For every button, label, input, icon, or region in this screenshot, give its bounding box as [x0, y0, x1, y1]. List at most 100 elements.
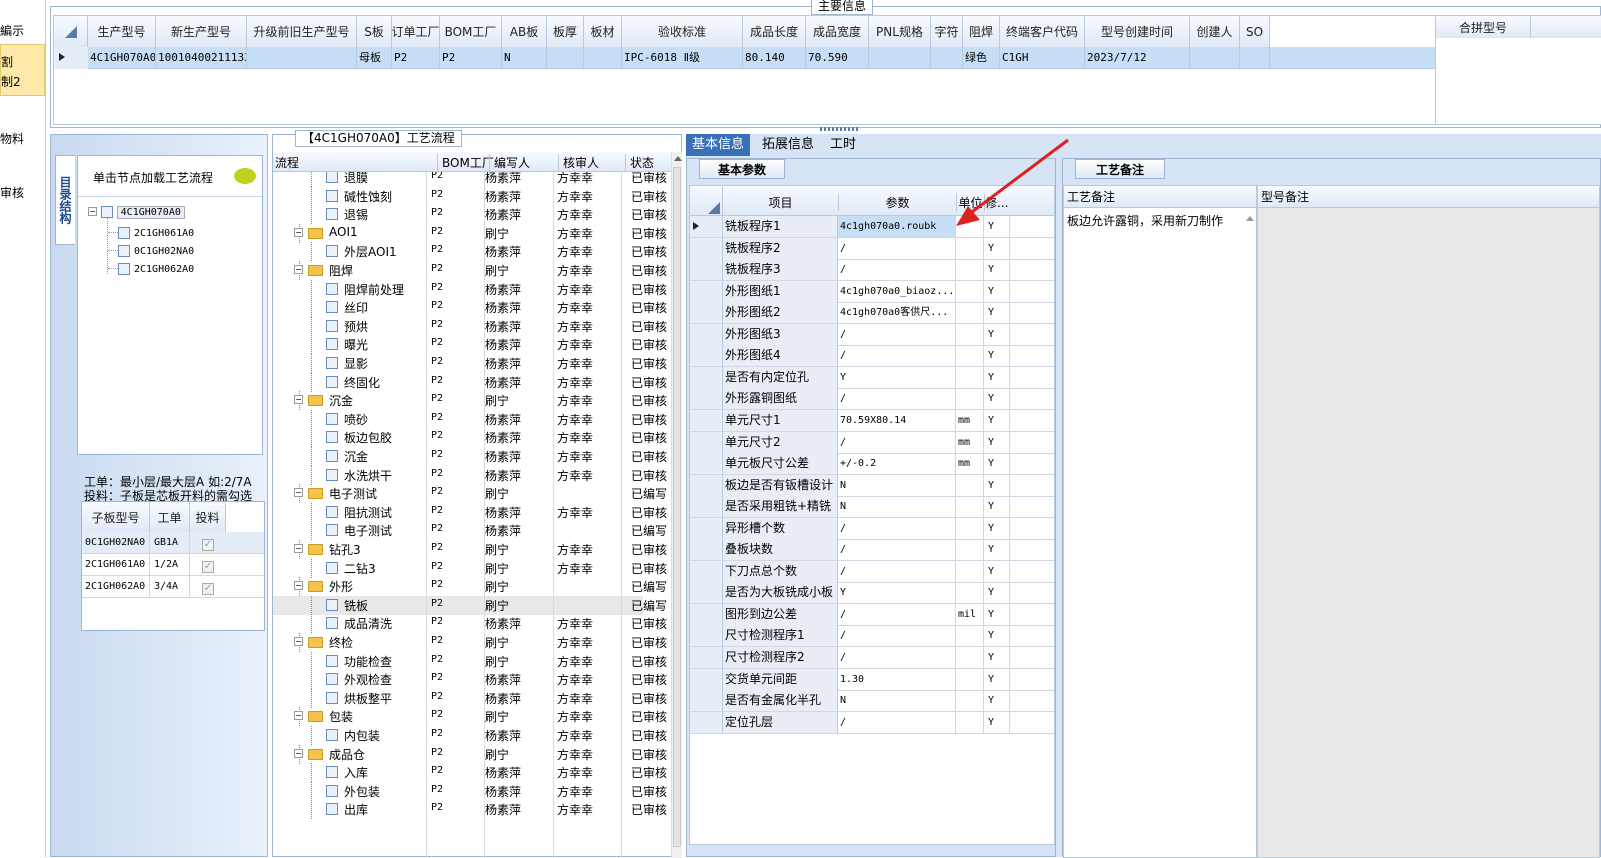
param-modified[interactable]: Y: [984, 237, 1010, 259]
param-value[interactable]: 4c1gh070a0_biaoz...: [838, 280, 956, 302]
main-info-col-header[interactable]: S板: [357, 16, 392, 47]
param-row[interactable]: 定位孔层 / Y: [690, 711, 1054, 734]
process-header-writer[interactable]: 编写人: [489, 154, 530, 171]
process-row[interactable]: 显影 P2 杨素萍 方幸幸 已审核: [273, 354, 667, 373]
main-info-cell[interactable]: 70.590: [806, 47, 869, 69]
main-info-col-header[interactable]: 终端客户代码: [1000, 16, 1085, 47]
param-modified[interactable]: Y: [984, 517, 1010, 539]
param-modified[interactable]: Y: [984, 496, 1010, 518]
param-value[interactable]: /: [838, 603, 956, 625]
main-info-cell[interactable]: 2023/7/12: [1085, 47, 1190, 69]
sub-grid-header[interactable]: 子板型号: [82, 502, 150, 532]
param-row[interactable]: 是否有金属化半孔 N Y: [690, 690, 1054, 713]
main-info-col-header[interactable]: 成品宽度: [806, 16, 869, 47]
param-row[interactable]: 是否采用粗铣+精铣 N Y: [690, 496, 1054, 519]
param-modified[interactable]: Y: [984, 560, 1010, 582]
process-row[interactable]: 碱性蚀刻 P2 杨素萍 方幸幸 已审核: [273, 186, 667, 206]
process-row[interactable]: 终固化 P2 杨素萍 方幸幸 已审核: [273, 372, 667, 392]
sub-board-order[interactable]: GB1A: [150, 532, 190, 554]
param-value[interactable]: /: [838, 323, 956, 345]
process-row[interactable]: 水洗烘干 P2 杨素萍 方幸幸 已审核: [273, 465, 667, 485]
param-row[interactable]: 图形到边公差 / mil Y: [690, 603, 1054, 626]
param-unit[interactable]: [956, 366, 984, 388]
sub-board-order[interactable]: 1/2A: [150, 554, 190, 576]
process-row[interactable]: − AOI1 P2 刷宁 方幸幸 已审核: [273, 223, 667, 243]
param-row[interactable]: 外形图纸3/ Y: [690, 323, 1054, 346]
main-info-col-header[interactable]: 阻焊: [963, 16, 1000, 47]
sub-board-feed[interactable]: ✓: [190, 536, 226, 551]
tree-child-node[interactable]: 2C1GH061A0: [108, 225, 194, 241]
param-unit[interactable]: [956, 647, 984, 668]
main-info-cell[interactable]: 4C1GH070A0: [88, 47, 156, 69]
sub-board-order[interactable]: 3/4A: [150, 576, 190, 598]
param-unit[interactable]: [956, 539, 984, 561]
sub-board-feed[interactable]: ✓: [190, 558, 226, 573]
param-unit[interactable]: [956, 690, 984, 712]
main-info-col-header[interactable]: 升级前旧生产型号: [247, 16, 357, 47]
process-row[interactable]: 功能检查 P2 刷宁 方幸幸 已审核: [273, 651, 667, 671]
main-info-cell[interactable]: [547, 47, 584, 69]
param-unit[interactable]: mm: [956, 409, 984, 431]
main-info-col-header[interactable]: 创建人: [1190, 16, 1240, 47]
feed-checkbox[interactable]: ✓: [202, 539, 214, 551]
main-info-cell[interactable]: C1GH: [1000, 47, 1085, 69]
process-header-reviewer[interactable]: 核审人: [558, 154, 599, 171]
main-info-col-header[interactable]: 订单工厂: [392, 16, 440, 47]
main-info-cell[interactable]: 母板: [357, 47, 392, 69]
process-row[interactable]: 喷砂 P2 杨素萍 方幸幸 已审核: [273, 409, 667, 429]
sub-grid-row[interactable]: 2C1GH062A0 3/4A ✓: [82, 576, 264, 598]
param-modified[interactable]: Y: [984, 625, 1010, 647]
tab-work-hours[interactable]: 工时: [824, 134, 862, 156]
process-row[interactable]: 电子测试 P2 杨素萍 已编写: [273, 521, 667, 541]
param-row[interactable]: 铣板程序3/ Y: [690, 259, 1054, 282]
tab-extended-info[interactable]: 拓展信息: [756, 134, 820, 156]
param-value[interactable]: +/-0.2: [838, 453, 956, 475]
param-value[interactable]: /: [838, 345, 956, 367]
param-unit[interactable]: [956, 474, 984, 496]
process-row[interactable]: − 终检 P2 刷宁 方幸幸 已审核: [273, 633, 667, 652]
process-row[interactable]: − 包装 P2 刷宁 方幸幸 已审核: [273, 707, 667, 727]
params-tab[interactable]: 基本参数: [699, 159, 785, 179]
collapse-icon[interactable]: −: [294, 488, 303, 498]
param-modified[interactable]: Y: [984, 582, 1010, 604]
feed-checkbox[interactable]: ✓: [202, 561, 214, 573]
param-modified[interactable]: Y: [984, 474, 1010, 496]
process-row[interactable]: − 成品仓 P2 刷宁 方幸幸 已审核: [273, 744, 667, 764]
params-header-item[interactable]: 项目: [723, 194, 838, 211]
main-info-cell[interactable]: P2: [392, 47, 440, 69]
param-modified[interactable]: Y: [984, 539, 1010, 561]
main-info-col-header[interactable]: 验收标准: [622, 16, 743, 47]
param-unit[interactable]: [956, 302, 984, 324]
param-value[interactable]: N: [838, 690, 956, 712]
param-value[interactable]: /: [838, 539, 956, 561]
collapse-icon[interactable]: −: [88, 207, 97, 216]
param-value[interactable]: /: [838, 625, 956, 647]
param-value[interactable]: /: [838, 711, 956, 733]
process-row[interactable]: − 外形 P2 刷宁 已编写: [273, 577, 667, 597]
process-row[interactable]: 退锡 P2 杨素萍 方幸幸 已审核: [273, 205, 667, 225]
param-value[interactable]: /: [838, 560, 956, 582]
main-info-col-header[interactable]: AB板: [502, 16, 547, 47]
param-value[interactable]: /: [838, 431, 956, 453]
process-row[interactable]: 丝印 P2 杨素萍 方幸幸 已审核: [273, 298, 667, 318]
sub-board-feed[interactable]: ✓: [190, 580, 226, 595]
param-row[interactable]: 外形露铜图纸 / Y: [690, 388, 1054, 411]
sub-grid-header[interactable]: 投料: [190, 502, 226, 532]
main-info-col-header[interactable]: 型号创建时间: [1085, 16, 1190, 47]
sub-grid-row[interactable]: 2C1GH061A0 1/2A ✓: [82, 554, 264, 576]
param-modified[interactable]: Y: [984, 603, 1010, 625]
main-info-cell[interactable]: [931, 47, 963, 69]
param-value[interactable]: 70.59X80.14: [838, 409, 956, 431]
collapse-icon[interactable]: −: [294, 395, 303, 405]
param-modified[interactable]: Y: [984, 388, 1010, 410]
left-edge-item[interactable]: 編示: [0, 22, 24, 39]
param-modified[interactable]: Y: [984, 668, 1010, 690]
process-row[interactable]: 曝光 P2 杨素萍 方幸幸 已审核: [273, 335, 667, 355]
param-unit[interactable]: [956, 237, 984, 259]
param-modified[interactable]: Y: [984, 302, 1010, 324]
process-row[interactable]: − 钻孔3 P2 刷宁 方幸幸 已审核: [273, 540, 667, 559]
remarks-scroll-up-icon[interactable]: [1246, 216, 1254, 221]
param-modified[interactable]: Y: [984, 323, 1010, 345]
param-unit[interactable]: [956, 582, 984, 604]
process-row[interactable]: 成品清洗 P2 杨素萍 方幸幸 已审核: [273, 614, 667, 634]
